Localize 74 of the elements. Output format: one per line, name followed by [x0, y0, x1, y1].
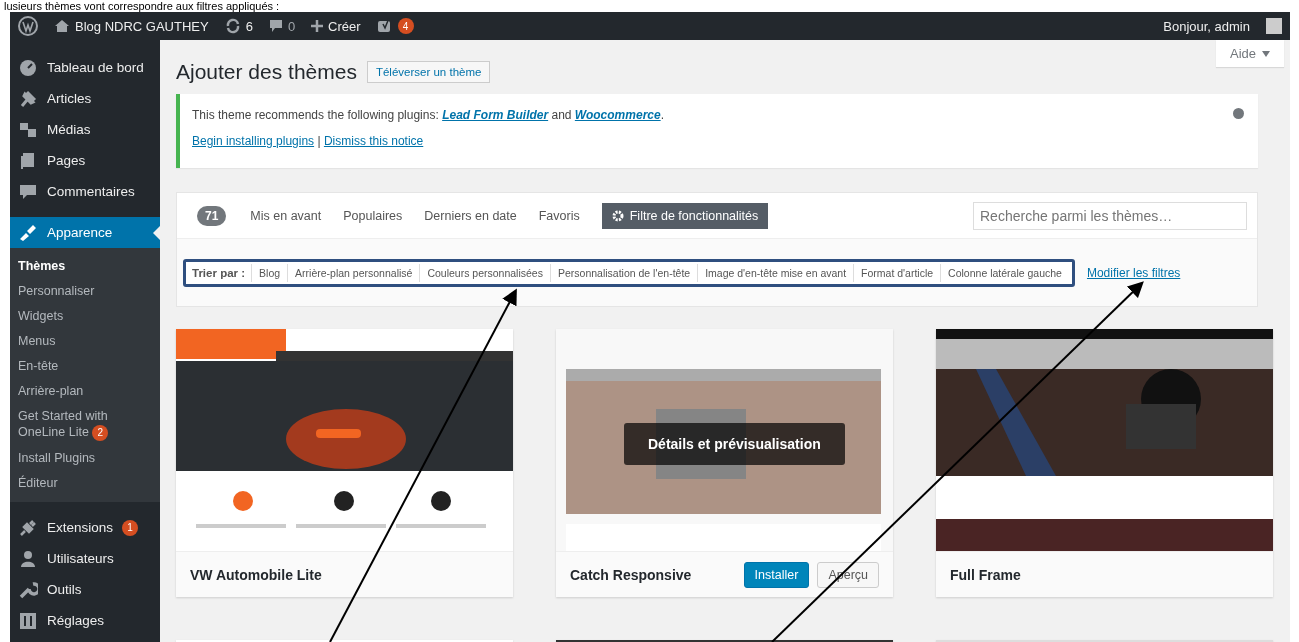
submenu-item[interactable]: Thèmes	[10, 254, 160, 279]
wrench-icon	[18, 579, 38, 600]
sidebar-item[interactable]: Apparence	[10, 217, 160, 248]
filter-tab[interactable]: Populaires	[343, 208, 403, 223]
sort-label: Trier par :	[191, 266, 247, 279]
search-field[interactable]: Recherche parmi les thèmes…	[973, 201, 1247, 230]
notification-badge: 4	[397, 18, 414, 34]
theme-card[interactable]: Full Frame	[936, 329, 1273, 597]
upload-theme-button[interactable]: Téléverser un thème	[366, 61, 491, 83]
settings-icon	[611, 209, 624, 222]
submenu-item[interactable]: Get Started with OneLine Lite 2	[10, 404, 160, 446]
plugin-link[interactable]: Lead Form Builder	[442, 108, 549, 122]
theme-card[interactable]: VW Automobile Lite	[176, 329, 513, 597]
caption-text: lusieurs thèmes vont correspondre aux filtres appliqués :	[3, 0, 281, 12]
dashboard-icon	[18, 57, 38, 78]
sidebar-item[interactable]: Outils	[10, 574, 160, 605]
filter-tag: Couleurs personnalisées	[419, 263, 550, 282]
site-name-link[interactable]: Blog NDRC GAUTHEY	[75, 18, 209, 34]
feature-filter-button[interactable]: Filtre de fonctionnalités	[601, 202, 769, 229]
refresh-icon[interactable]	[224, 18, 241, 34]
sidebar-item[interactable]: Utilisateurs	[10, 543, 160, 574]
theme-name: Full Frame	[950, 566, 1022, 583]
install-plugins-link[interactable]: Begin installing plugins	[192, 134, 315, 148]
sidebar-item[interactable]: Réglages	[10, 605, 160, 636]
submenu-item[interactable]: Éditeur	[10, 471, 160, 496]
separator-text: |	[317, 134, 321, 148]
close-icon[interactable]	[1233, 108, 1244, 119]
filter-tag: Format d'article	[853, 263, 941, 282]
pin-icon	[18, 88, 38, 109]
submenu-item[interactable]: Install Plugins	[10, 446, 160, 471]
help-button[interactable]: Aide	[1215, 40, 1284, 67]
submenu-item[interactable]: Arrière-plan	[10, 379, 160, 404]
count-badge: 1	[122, 519, 139, 536]
filter-tag: Image d'en-tête mise en avant	[697, 263, 854, 282]
sidebar-item[interactable]: Médias	[10, 114, 160, 145]
filter-tab[interactable]: Favoris	[538, 208, 580, 223]
filter-tag: Blog	[251, 263, 288, 282]
filter-tag: Arrière-plan personnalisé	[287, 263, 420, 282]
filter-tab[interactable]: Mis en avant	[250, 208, 322, 223]
sidebar-item[interactable]: Commentaires	[10, 176, 160, 207]
sidebar-item[interactable]: Tableau de bord	[10, 52, 160, 83]
settings-icon	[18, 610, 38, 631]
updates-count[interactable]: 6	[245, 18, 253, 34]
wordpress-logo-icon[interactable]	[18, 16, 38, 36]
submenu-item[interactable]: Widgets	[10, 304, 160, 329]
plug-icon	[18, 517, 38, 538]
comment-icon[interactable]	[268, 19, 283, 33]
submenu-item[interactable]: Menus	[10, 329, 160, 354]
sidebar-item[interactable]: Pages	[10, 145, 160, 176]
dismiss-notice-link[interactable]: Dismiss this notice	[323, 134, 424, 148]
filter-tab[interactable]: Derniers en date	[424, 208, 517, 223]
install-button[interactable]: Installer	[743, 561, 810, 588]
user-icon	[18, 548, 38, 569]
submenu-item[interactable]: Personnaliser	[10, 279, 160, 304]
sidebar-item[interactable]: Articles	[10, 83, 160, 114]
filter-tag: Colonne latérale gauche	[940, 263, 1069, 282]
home-icon[interactable]	[54, 19, 70, 33]
plus-icon[interactable]	[311, 20, 324, 32]
comments-count[interactable]: 0	[287, 18, 296, 34]
seo-plugin-icon[interactable]	[376, 18, 393, 34]
plugin-link[interactable]: Woocommerce	[574, 108, 661, 122]
theme-name: VW Automobile Lite	[190, 566, 323, 583]
sidebar-item[interactable]: Extensions 1	[10, 512, 160, 543]
brush-icon	[18, 222, 38, 243]
edit-filters-link[interactable]: Modifier les filtres	[1086, 265, 1181, 280]
theme-count-badge: 71	[197, 205, 227, 226]
count-badge: 2	[92, 425, 109, 441]
details-preview-label[interactable]: Détails et prévisualisation	[624, 423, 845, 465]
submenu-item[interactable]: En-tête	[10, 354, 160, 379]
page-title: Ajouter des thèmes	[176, 60, 357, 84]
filter-tag: Personnalisation de l'en-tête	[549, 263, 698, 282]
greeting-link[interactable]: Bonjour, admin	[1163, 18, 1250, 34]
new-link[interactable]: Créer	[328, 18, 361, 34]
theme-name: Catch Responsive	[570, 566, 693, 583]
